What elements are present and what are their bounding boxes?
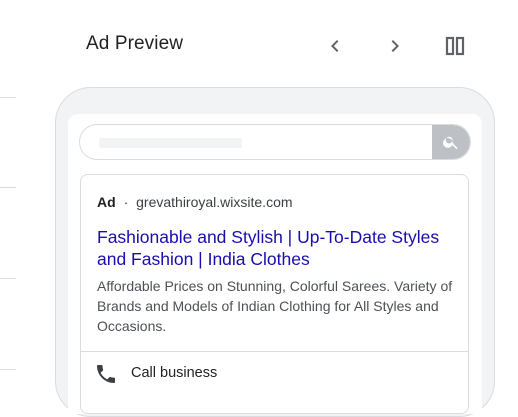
left-panel-divider bbox=[0, 278, 16, 279]
call-business-label: Call business bbox=[131, 365, 218, 381]
ad-preview-title: Ad Preview bbox=[86, 33, 184, 54]
ad-label: Ad bbox=[97, 194, 116, 210]
chevron-left-icon bbox=[331, 40, 339, 52]
call-business-button[interactable]: Call business bbox=[81, 352, 468, 396]
left-panel-divider bbox=[0, 369, 16, 370]
layout-toggle-button[interactable] bbox=[441, 32, 469, 60]
search-button bbox=[432, 125, 470, 159]
ad-headline[interactable]: Fashionable and Stylish | Up-To-Date Sty… bbox=[97, 226, 457, 270]
ad-separator: · bbox=[123, 194, 129, 210]
ad-description: Affordable Prices on Stunning, Colorful … bbox=[97, 278, 453, 334]
search-placeholder bbox=[99, 138, 242, 148]
ad-card: Ad · grevathiroyal.wixsite.com Fashionab… bbox=[80, 174, 469, 414]
search-bar bbox=[79, 124, 471, 160]
next-button[interactable] bbox=[381, 32, 409, 60]
split-view-icon bbox=[445, 36, 465, 56]
left-panel-divider bbox=[0, 97, 16, 98]
chevron-right-icon bbox=[391, 40, 399, 52]
phone-icon bbox=[97, 365, 115, 383]
previous-button[interactable] bbox=[321, 32, 349, 60]
left-panel-divider bbox=[0, 187, 16, 188]
search-icon bbox=[443, 136, 458, 150]
ad-domain: grevathiroyal.wixsite.com bbox=[136, 194, 293, 210]
ad-meta: Ad · grevathiroyal.wixsite.com bbox=[97, 194, 293, 210]
